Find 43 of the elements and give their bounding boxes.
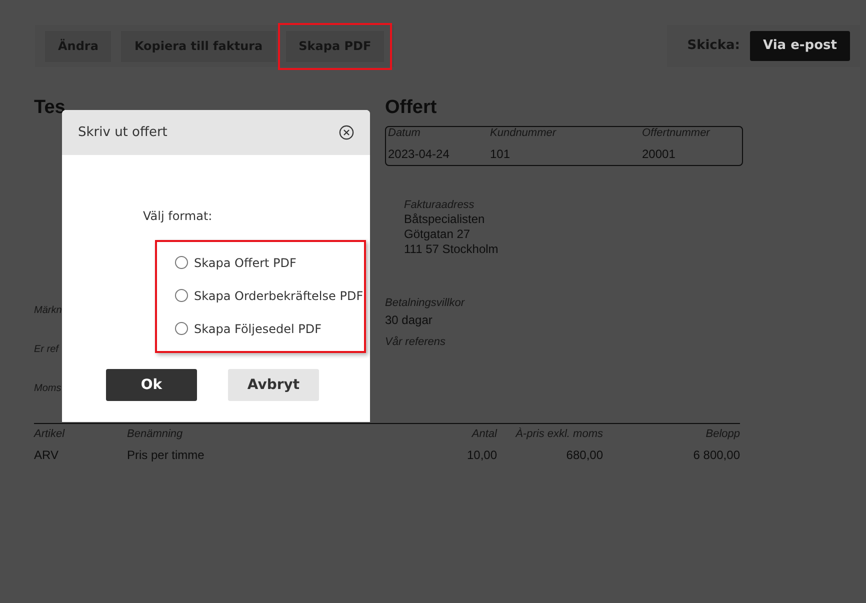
radio-option[interactable]: Skapa Följesedel PDF: [157, 312, 364, 345]
radio-option[interactable]: Skapa Offert PDF: [157, 246, 364, 279]
info-value: 20001: [642, 147, 676, 162]
field-label: Betalningsvillkor: [385, 297, 464, 310]
format-prompt: Välj format:: [143, 208, 212, 225]
address-label: Fakturaadress: [404, 199, 476, 212]
column-header: À-pris exkl. moms: [514, 428, 603, 441]
table-cell-text: ARV: [34, 448, 60, 463]
field-label: Märkn: [34, 305, 62, 316]
email-button[interactable]: Via e-post: [750, 31, 850, 61]
dialog-title: Skriv ut offert: [78, 124, 168, 142]
close-icon[interactable]: [339, 125, 354, 140]
option-label: Skapa Följesedel PDF: [194, 320, 322, 338]
address-line: Båtspecialisten: [404, 212, 486, 227]
column-header: Artikel: [34, 428, 66, 441]
option-label: Skapa Offert PDF: [194, 254, 296, 272]
table-cell-text: 10,00: [466, 448, 497, 463]
document-title: Offert: [385, 97, 438, 119]
customer-name: Tes: [34, 97, 66, 119]
field-label: Er ref: [34, 344, 58, 355]
table-cell-text: 680,00: [565, 448, 603, 463]
option-label: Skapa Orderbekräftelse PDF: [194, 288, 364, 304]
column-header: Benämning: [127, 428, 184, 441]
field-label: Moms: [34, 383, 62, 394]
cancel-button[interactable]: Avbryt: [228, 369, 319, 401]
info-label: Datum: [388, 127, 422, 140]
radio-button[interactable]: [175, 256, 188, 269]
info-label: Offertnummer: [642, 127, 712, 140]
field-label: Vår referens: [385, 336, 446, 349]
column-header: Belopp: [704, 428, 740, 441]
address-line: 111 57 Stockholm: [404, 242, 500, 257]
radio-option[interactable]: Skapa Orderbekräftelse PDF: [157, 279, 364, 312]
info-value: 101: [490, 147, 512, 162]
radio-button[interactable]: [175, 322, 188, 335]
address-line: Götgatan 27: [404, 227, 472, 242]
table-cell-text: Pris per timme: [127, 448, 206, 463]
field-value: 30 dagar: [385, 313, 434, 328]
info-label: Kundnummer: [490, 127, 558, 140]
radio-button[interactable]: [175, 289, 188, 302]
info-value: 2023-04-24: [388, 147, 450, 162]
column-header: Antal: [470, 428, 497, 441]
table-cell-text: 6 800,00: [692, 448, 740, 463]
ok-button[interactable]: Ok: [106, 369, 197, 401]
